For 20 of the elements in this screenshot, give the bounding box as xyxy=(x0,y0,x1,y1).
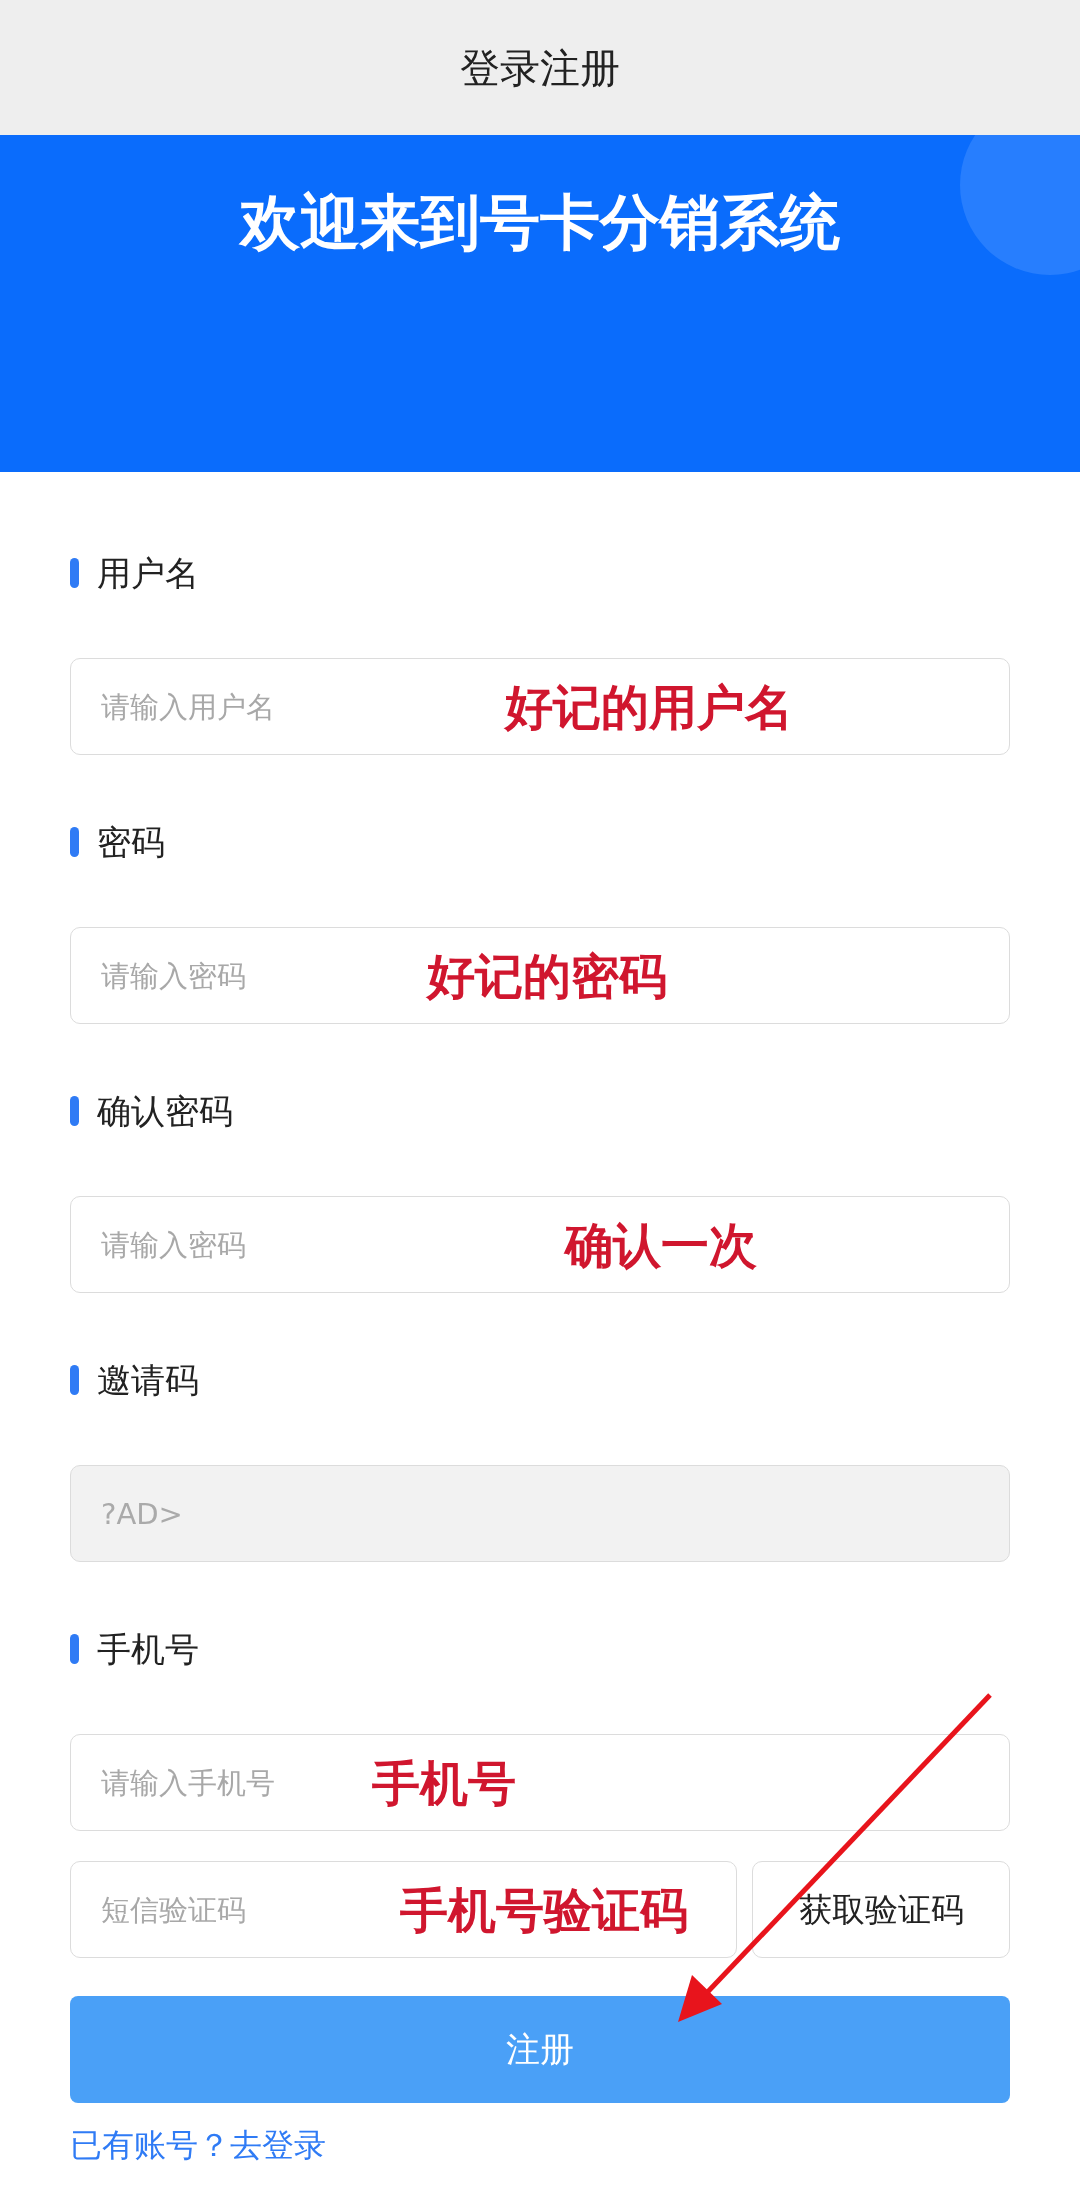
field-label: 密码 xyxy=(97,820,165,864)
label-bar-icon xyxy=(70,827,79,857)
annotation-text: 确认一次 xyxy=(565,1220,757,1269)
field-label: 确认密码 xyxy=(97,1089,233,1133)
field-label: 邀请码 xyxy=(97,1358,199,1402)
field-label: 手机号 xyxy=(97,1627,199,1671)
label-bar-icon xyxy=(70,1096,79,1126)
register-button[interactable]: 注册 xyxy=(70,1996,1010,2103)
label-bar-icon xyxy=(70,558,79,588)
annotation-text: 好记的用户名 xyxy=(505,682,793,731)
field-label: 用户名 xyxy=(97,551,199,595)
annotation-text: 好记的密码 xyxy=(427,951,667,1000)
get-code-button[interactable]: 获取验证码 xyxy=(752,1861,1010,1958)
hero-title: 欢迎来到号卡分销系统 xyxy=(240,186,840,259)
annotation-text: 手机号验证码 xyxy=(400,1885,688,1934)
label-bar-icon xyxy=(70,1365,79,1395)
label-bar-icon xyxy=(70,1634,79,1664)
page-title: 登录注册 xyxy=(460,43,620,93)
annotation-text: 手机号 xyxy=(372,1758,516,1807)
login-link[interactable]: 已有账号？去登录 xyxy=(70,2126,326,2164)
